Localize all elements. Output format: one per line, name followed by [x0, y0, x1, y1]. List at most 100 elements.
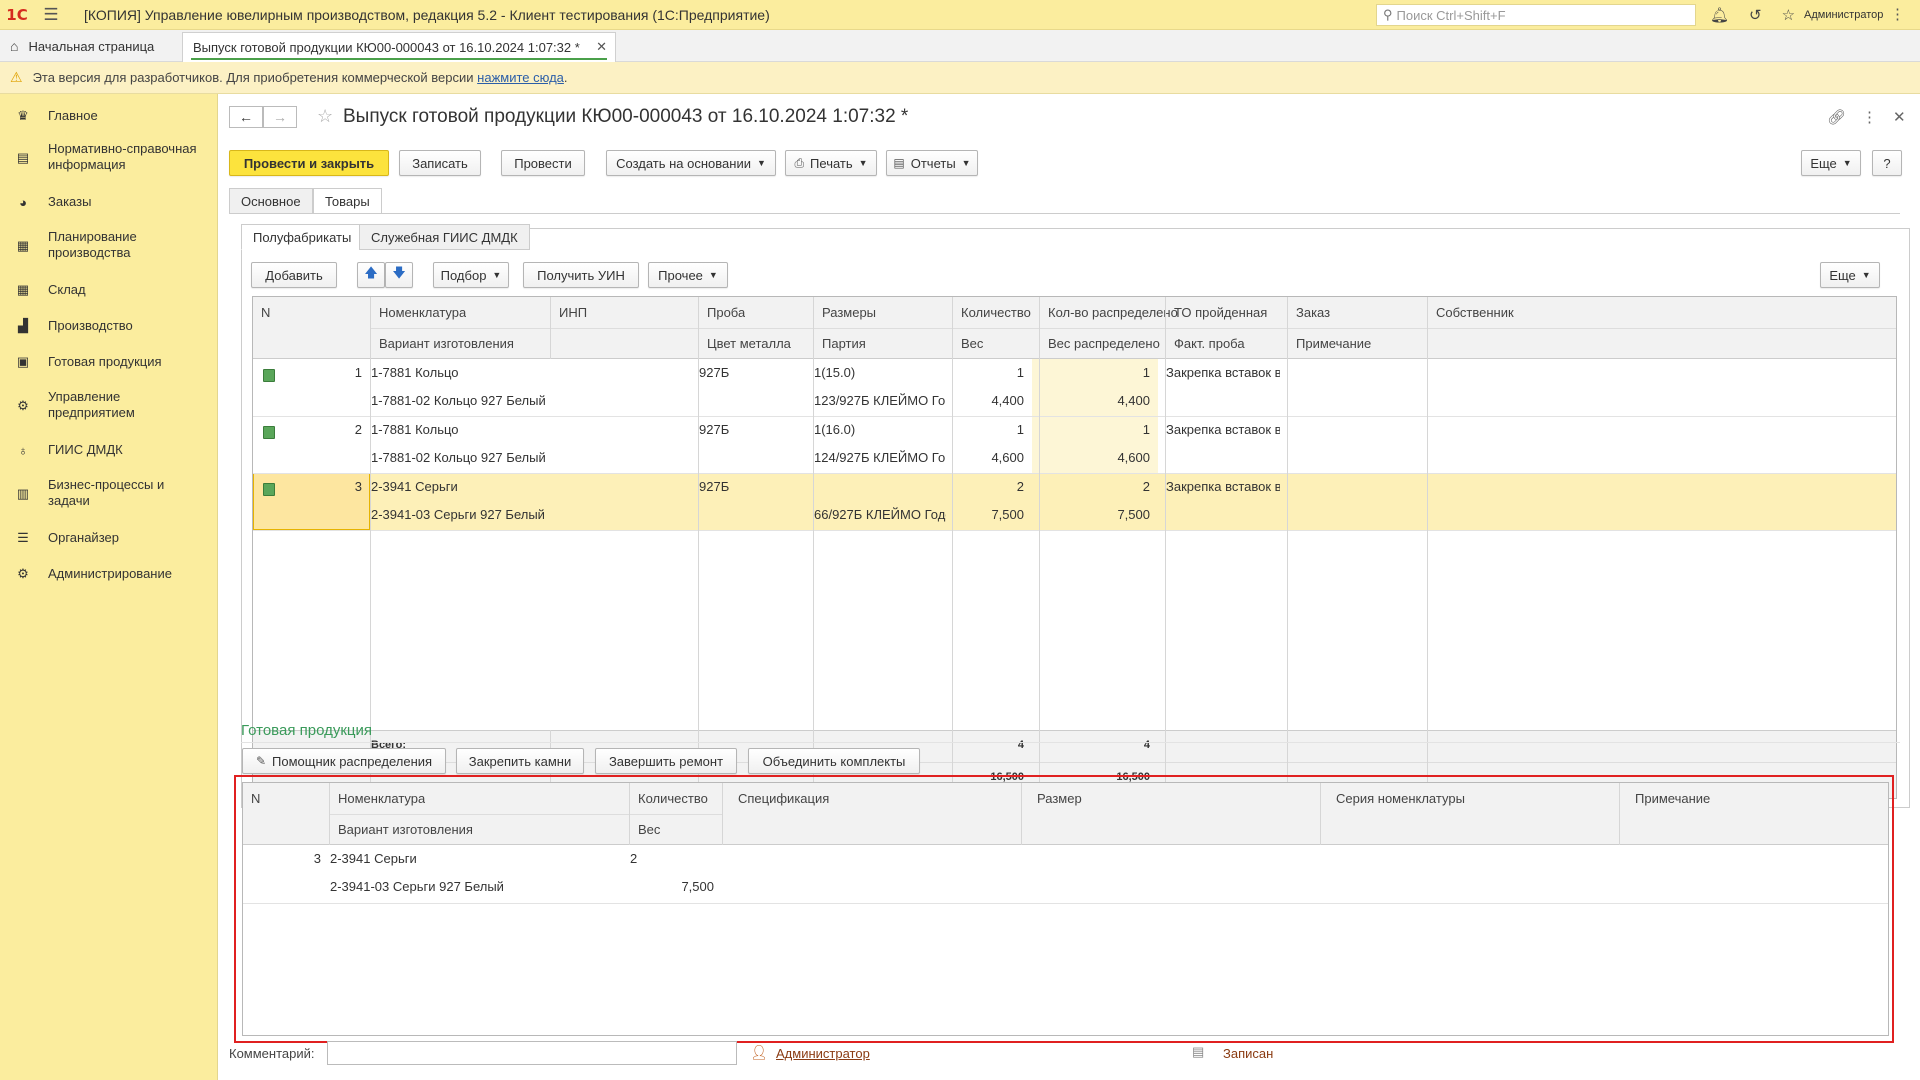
row-party[interactable]: 66/927Б КЛЕЙМО Годен	[806, 501, 946, 529]
row-variant[interactable]: 1-7881-02 Кольцо 927 Белый	[363, 444, 693, 472]
move-up-button[interactable]: 🡅	[357, 262, 385, 288]
back-button[interactable]: ←	[229, 106, 263, 128]
history-icon[interactable]: ↺	[1749, 6, 1762, 24]
comment-input[interactable]	[327, 1041, 737, 1065]
row-weight[interactable]: 7,500	[945, 501, 1032, 529]
get-uin-button[interactable]: Получить УИН	[523, 262, 639, 288]
col-proba[interactable]: Проба	[699, 297, 745, 328]
row-to-passed[interactable]: Закрепка вставок в...	[1158, 473, 1280, 501]
move-down-button[interactable]: 🡇	[385, 262, 413, 288]
finish-repair-button[interactable]: Завершить ремонт	[595, 748, 737, 774]
help-button[interactable]: ?	[1872, 150, 1902, 176]
favorites-star-icon[interactable]: ☆	[1782, 6, 1795, 24]
row-quantity[interactable]: 1	[945, 416, 1032, 444]
col-nomenclature[interactable]: Номенклатура	[330, 783, 425, 814]
distribution-helper-button[interactable]: ✎ Помощник распределения	[242, 748, 446, 774]
sidebar-item-enterprise[interactable]: ⚙ Управление предприятием	[0, 388, 218, 422]
row-quantity[interactable]: 2	[622, 845, 722, 873]
merge-sets-button[interactable]: Объединить комплекты	[748, 748, 920, 774]
hamburger-menu-icon[interactable]: ☰	[34, 0, 68, 30]
col-fact-proba[interactable]: Факт. проба	[1166, 328, 1245, 359]
more-button[interactable]: Еще ▼	[1801, 150, 1861, 176]
link-icon[interactable]: 🔗︎	[1827, 108, 1846, 126]
current-user[interactable]: Администратор	[1804, 0, 1883, 30]
sidebar-item-planning[interactable]: ▦ Планирование производства	[0, 228, 218, 262]
author-link[interactable]: Администратор	[776, 1046, 870, 1061]
col-note[interactable]: Примечание	[1288, 328, 1371, 359]
sidebar-item-reference[interactable]: ▤ Нормативно-справочная информация	[0, 140, 218, 174]
row-quantity[interactable]: 2	[945, 473, 1032, 501]
row-party[interactable]: 123/927Б КЛЕЙМО Го...	[806, 387, 946, 415]
close-icon[interactable]: ✕	[1893, 108, 1906, 126]
sidebar-item-orders[interactable]: ◕ Заказы	[0, 192, 218, 212]
row-size[interactable]	[806, 473, 946, 501]
sidebar-item-giis[interactable]: ♁ ГИИС ДМДК	[0, 440, 218, 460]
col-party[interactable]: Партия	[814, 328, 866, 359]
col-qty-distributed[interactable]: Кол-во распределено	[1040, 297, 1178, 328]
other-button[interactable]: Прочее ▼	[648, 262, 728, 288]
favorite-star-icon[interactable]: ☆	[317, 106, 333, 127]
save-button[interactable]: Записать	[399, 150, 481, 176]
row-to-passed[interactable]: Закрепка вставок в...	[1158, 416, 1280, 444]
sidebar-item-warehouse[interactable]: ▦ Склад	[0, 280, 218, 300]
row-variant[interactable]: 2-3941-03 Серьги 927 Белый	[322, 873, 622, 901]
semi-more-button[interactable]: Еще ▼	[1820, 262, 1880, 288]
row-nomenclature[interactable]: 2-3941 Серьги	[363, 473, 553, 501]
col-size[interactable]: Размер	[1029, 783, 1082, 814]
row-quantity[interactable]: 1	[945, 359, 1032, 387]
col-quantity[interactable]: Количество	[630, 783, 708, 814]
row-to-passed[interactable]: Закрепка вставок в...	[1158, 359, 1280, 387]
close-tab-icon[interactable]: ✕	[596, 39, 607, 55]
sidebar-item-finished-goods[interactable]: ▣ Готовая продукция	[0, 352, 218, 372]
col-n[interactable]: N	[253, 297, 270, 328]
print-button[interactable]: ⎙ Печать ▼	[785, 150, 877, 176]
tab-goods[interactable]: Товары	[313, 188, 382, 214]
col-specification[interactable]: Спецификация	[730, 783, 829, 814]
add-button[interactable]: Добавить	[251, 262, 337, 288]
col-owner[interactable]: Собственник	[1428, 297, 1514, 328]
row-proba[interactable]: 927Б	[691, 359, 806, 387]
col-weight-distributed[interactable]: Вес распределено	[1040, 328, 1160, 359]
tab-home[interactable]: ⌂ Начальная страница	[0, 30, 154, 62]
col-metal-color[interactable]: Цвет металла	[699, 328, 791, 359]
row-weight[interactable]: 4,400	[945, 387, 1032, 415]
sidebar-item-business-processes[interactable]: ▥ Бизнес-процессы и задачи	[0, 476, 218, 510]
row-party[interactable]: 124/927Б КЛЕЙМО Го...	[806, 444, 946, 472]
reports-button[interactable]: ▤ Отчеты ▼	[886, 150, 978, 176]
col-nomenclature[interactable]: Номенклатура	[371, 297, 466, 328]
post-button[interactable]: Провести	[501, 150, 585, 176]
more-vertical-icon[interactable]: ⋮	[1862, 108, 1877, 126]
app-logo[interactable]: 1С	[0, 0, 34, 30]
sidebar-item-production[interactable]: ▟ Производство	[0, 316, 218, 336]
row-variant[interactable]: 2-3941-03 Серьги 927 Белый	[363, 501, 693, 529]
col-order[interactable]: Заказ	[1288, 297, 1330, 328]
sidebar-item-organizer[interactable]: ☰ Органайзер	[0, 528, 218, 548]
notifications-bell-icon[interactable]: 🔔︎	[1710, 6, 1729, 24]
global-search-input[interactable]: ⚲ Поиск Ctrl+Shift+F	[1376, 4, 1696, 26]
col-variant[interactable]: Вариант изготовления	[371, 328, 514, 359]
fix-stones-button[interactable]: Закрепить камни	[456, 748, 584, 774]
row-size[interactable]: 1(15.0)	[806, 359, 946, 387]
row-proba[interactable]: 927Б	[691, 416, 806, 444]
col-weight[interactable]: Вес	[630, 814, 660, 845]
row-nomenclature[interactable]: 2-3941 Серьги	[322, 845, 622, 873]
col-note[interactable]: Примечание	[1627, 783, 1710, 814]
post-and-close-button[interactable]: Провести и закрыть	[229, 150, 389, 176]
col-to-passed[interactable]: ТО пройденная	[1166, 297, 1267, 328]
row-size[interactable]: 1(16.0)	[806, 416, 946, 444]
window-menu-icon[interactable]: ⋮	[1890, 0, 1905, 30]
col-series[interactable]: Серия номенклатуры	[1328, 783, 1465, 814]
col-sizes[interactable]: Размеры	[814, 297, 876, 328]
create-based-button[interactable]: Создать на основании ▼	[606, 150, 776, 176]
col-quantity[interactable]: Количество	[953, 297, 1031, 328]
col-n[interactable]: N	[243, 783, 260, 814]
row-nomenclature[interactable]: 1-7881 Кольцо	[363, 359, 553, 387]
sidebar-item-admin[interactable]: ⚙ Администрирование	[0, 564, 218, 584]
sidebar-item-main[interactable]: ♛ Главное	[0, 106, 218, 126]
tab-giis-service[interactable]: Служебная ГИИС ДМДК	[359, 224, 530, 250]
col-variant[interactable]: Вариант изготовления	[330, 814, 473, 845]
tab-main[interactable]: Основное	[229, 188, 313, 214]
row-proba[interactable]: 927Б	[691, 473, 806, 501]
forward-button[interactable]: →	[263, 106, 297, 128]
col-weight[interactable]: Вес	[953, 328, 983, 359]
